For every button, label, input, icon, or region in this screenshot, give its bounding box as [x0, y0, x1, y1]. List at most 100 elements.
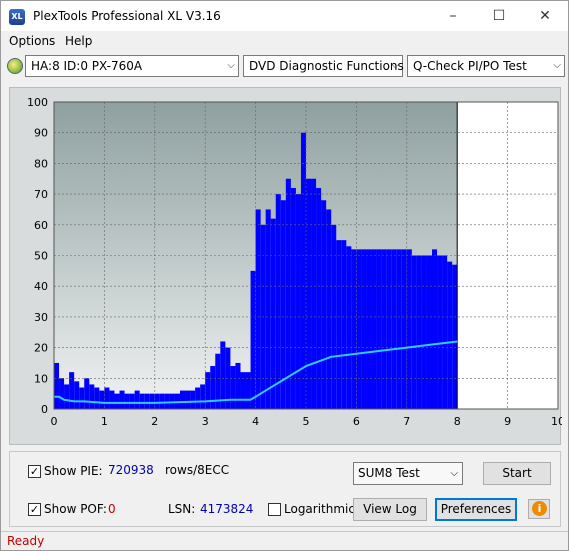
- pie-bar: [230, 366, 236, 409]
- window-title: PlexTools Professional XL V3.16: [33, 9, 221, 23]
- show-pof-label: Show POF:: [44, 502, 107, 516]
- x-tick-label: 10: [551, 415, 562, 428]
- sum-test-select[interactable]: SUM8 Test ⌵: [353, 462, 463, 485]
- pie-bar: [139, 393, 145, 409]
- controls-panel: ✓ Show PIE: 720938 rows/8ECC SUM8 Test ⌵…: [9, 451, 561, 527]
- y-tick-label: 20: [34, 342, 48, 355]
- pie-bar: [54, 362, 60, 409]
- pie-bar: [114, 393, 120, 409]
- status-text: Ready: [7, 534, 45, 548]
- show-pie-checkbox[interactable]: ✓: [28, 465, 41, 478]
- sum-test-value: SUM8 Test: [358, 466, 420, 480]
- pie-bar: [306, 178, 312, 409]
- status-bar: Ready: [1, 531, 568, 550]
- pie-bar: [421, 255, 427, 409]
- function-select[interactable]: DVD Diagnostic Functions ⌵: [243, 55, 404, 77]
- chart-panel: 0 1 2 3 4 5 6 7 8 9 10 0 10 20 30 40 50 60 70 80 90 100: [9, 87, 562, 445]
- pie-bar: [442, 255, 448, 409]
- pie-bar: [401, 249, 407, 409]
- logarithmic-label: Logarithmic: [284, 502, 355, 516]
- test-select-value: Q-Check PI/PO Test: [413, 59, 527, 73]
- info-icon: i: [532, 501, 547, 516]
- x-tick-label: 8: [454, 415, 461, 428]
- pie-bar: [391, 249, 397, 409]
- y-tick-label: 70: [34, 188, 48, 201]
- pie-bar: [190, 390, 196, 409]
- x-tick-label: 9: [504, 415, 511, 428]
- pie-bar: [386, 249, 392, 409]
- pie-bar: [164, 393, 170, 409]
- y-tick-label: 90: [34, 127, 48, 140]
- show-pof-checkbox[interactable]: ✓: [28, 503, 41, 516]
- toolbar: HA:8 ID:0 PX-760A ⌵ DVD Diagnostic Funct…: [1, 53, 568, 80]
- pie-bar: [144, 393, 150, 409]
- pie-bar: [235, 362, 241, 409]
- pie-bar: [426, 255, 432, 409]
- pie-bar: [366, 249, 372, 409]
- pie-bar: [432, 249, 438, 409]
- pie-bar: [326, 209, 332, 409]
- pie-bar: [245, 372, 251, 409]
- pof-value: 0: [108, 502, 116, 516]
- pie-bar: [346, 246, 352, 409]
- pie-bar: [396, 249, 402, 409]
- drive-select[interactable]: HA:8 ID:0 PX-760A ⌵: [25, 55, 239, 77]
- pie-bar: [159, 393, 165, 409]
- pie-value: 720938: [108, 463, 154, 477]
- pie-bar: [321, 200, 327, 409]
- maximize-button[interactable]: ☐: [476, 1, 522, 31]
- pie-bar: [124, 393, 130, 409]
- pie-bar: [356, 249, 362, 409]
- preferences-button[interactable]: Preferences: [435, 498, 517, 521]
- title-bar: XL PlexTools Professional XL V3.16 – ☐ ✕: [1, 1, 568, 31]
- pie-bar: [270, 218, 276, 409]
- pie-bar: [59, 378, 65, 409]
- pie-bar: [74, 381, 80, 409]
- pie-bar: [104, 387, 110, 409]
- pie-bar: [109, 390, 115, 409]
- pie-bar: [311, 178, 317, 409]
- x-tick-label: 0: [51, 415, 58, 428]
- y-tick-label: 10: [34, 372, 48, 385]
- pie-bar: [69, 372, 75, 409]
- x-tick-label: 1: [101, 415, 108, 428]
- pie-bar: [119, 390, 125, 409]
- pie-bar: [295, 194, 301, 409]
- x-tick-label: 3: [202, 415, 209, 428]
- pie-bar: [180, 390, 186, 409]
- pie-bar: [89, 384, 95, 409]
- pie-bar: [240, 372, 246, 409]
- close-button[interactable]: ✕: [522, 1, 568, 31]
- pie-bar: [154, 393, 160, 409]
- pie-bar: [361, 249, 367, 409]
- pie-bar: [371, 249, 377, 409]
- chevron-down-icon: ⌵: [391, 60, 399, 71]
- info-button[interactable]: i: [528, 499, 550, 519]
- x-tick-label: 2: [151, 415, 158, 428]
- pie-bar: [381, 249, 387, 409]
- test-select[interactable]: Q-Check PI/PO Test ⌵: [407, 55, 565, 77]
- app-logo-icon: XL: [9, 9, 25, 25]
- pie-bar: [99, 390, 105, 409]
- pie-bar: [195, 387, 201, 409]
- y-tick-label: 50: [34, 250, 48, 263]
- menu-bar: Options Help: [1, 31, 568, 52]
- logarithmic-checkbox[interactable]: [268, 503, 281, 516]
- menu-options[interactable]: Options: [9, 34, 55, 48]
- pie-bar: [220, 341, 226, 409]
- view-log-button[interactable]: View Log: [353, 498, 427, 521]
- app-window: XL PlexTools Professional XL V3.16 – ☐ ✕…: [0, 0, 569, 551]
- pie-bar: [250, 270, 256, 409]
- pie-bar: [406, 249, 412, 409]
- y-tick-label: 0: [41, 403, 48, 416]
- pie-bar: [64, 384, 70, 409]
- x-tick-label: 5: [303, 415, 310, 428]
- start-button[interactable]: Start: [483, 462, 551, 485]
- minimize-button[interactable]: –: [430, 1, 476, 31]
- menu-help[interactable]: Help: [65, 34, 92, 48]
- pie-bar: [129, 393, 135, 409]
- pie-bar: [376, 249, 382, 409]
- pie-bar: [200, 384, 206, 409]
- pie-bar: [79, 387, 85, 409]
- pie-bar: [285, 178, 291, 409]
